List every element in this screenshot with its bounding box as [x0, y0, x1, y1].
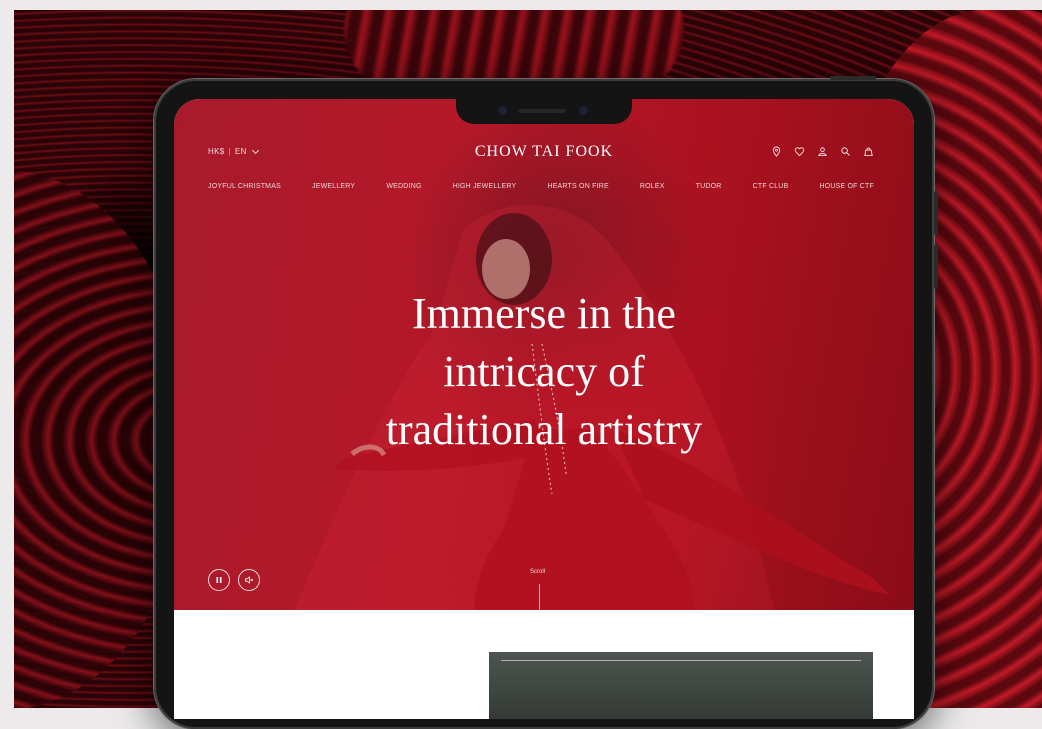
tablet-screen: HK$ | EN CHOW TAI FOOK JOYFUL CHRISTMAS … [174, 99, 914, 719]
nav-item-jewellery[interactable]: JEWELLERY [312, 183, 355, 190]
nav-item-wedding[interactable]: WEDDING [386, 183, 421, 190]
nav-item-high-jewellery[interactable]: HIGH JEWELLERY [453, 183, 517, 190]
headline-line-2: intricacy of [443, 347, 645, 396]
device-volume-up-button [934, 191, 938, 235]
headline-line-3: traditional artistry [385, 405, 703, 454]
main-navigation: JOYFUL CHRISTMAS JEWELLERY WEDDING HIGH … [208, 183, 874, 190]
heart-icon[interactable] [794, 146, 805, 157]
nav-item-tudor[interactable]: TUDOR [696, 183, 722, 190]
header-icons [771, 146, 874, 157]
hero-banner: HK$ | EN CHOW TAI FOOK JOYFUL CHRISTMAS … [174, 99, 914, 610]
shopping-bag-icon[interactable] [863, 146, 874, 157]
camera-notch [456, 99, 632, 124]
sensor-dot [579, 106, 588, 115]
mute-icon [245, 576, 254, 584]
hero-headline: Immerse in the intricacy of traditional … [344, 285, 744, 459]
nav-item-joyful-christmas[interactable]: JOYFUL CHRISTMAS [208, 183, 281, 190]
nav-item-house-of-ctf[interactable]: HOUSE OF CTF [819, 183, 874, 190]
scroll-indicator-line [539, 584, 540, 610]
user-icon[interactable] [817, 146, 828, 157]
featured-image-card[interactable] [489, 652, 873, 719]
nav-item-ctf-club[interactable]: CTF CLUB [753, 183, 789, 190]
nav-item-rolex[interactable]: ROLEX [640, 183, 665, 190]
headline-line-1: Immerse in the [412, 289, 676, 338]
speaker-grille [518, 109, 566, 113]
tablet-device: HK$ | EN CHOW TAI FOOK JOYFUL CHRISTMAS … [154, 76, 938, 729]
nav-item-hearts-on-fire[interactable]: HEARTS ON FIRE [547, 183, 608, 190]
camera-lens [498, 106, 507, 115]
content-section [174, 610, 914, 719]
device-volume-down-button [934, 245, 938, 289]
pause-icon [216, 577, 222, 583]
location-pin-icon[interactable] [771, 146, 782, 157]
search-icon[interactable] [840, 146, 851, 157]
mute-video-button[interactable] [238, 569, 260, 591]
scroll-label[interactable]: Scroll [530, 569, 545, 575]
device-top-button [830, 76, 876, 80]
card-frame-line [501, 660, 861, 661]
pause-video-button[interactable] [208, 569, 230, 591]
